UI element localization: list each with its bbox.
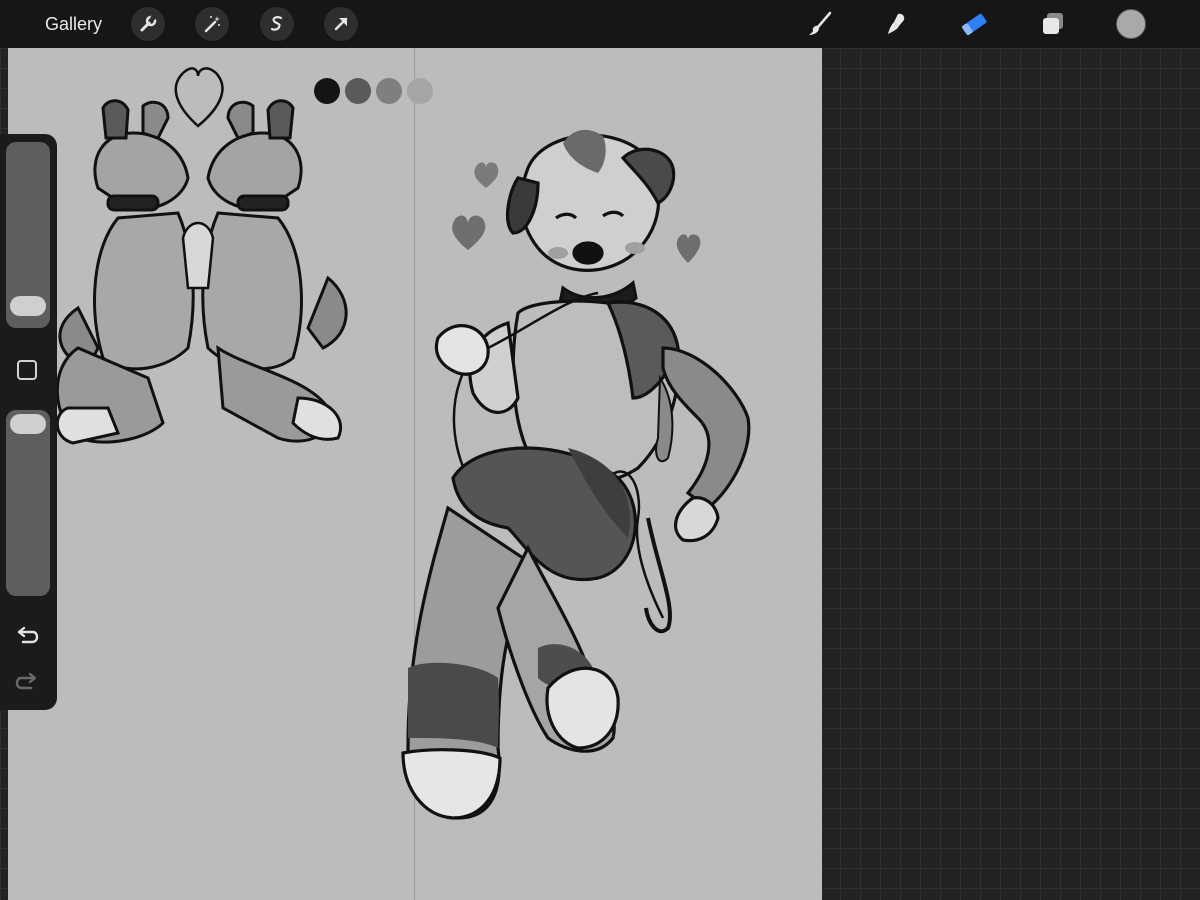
transform-button[interactable]: [324, 7, 358, 41]
twin-dog-right: [201, 99, 348, 443]
main-dog: [401, 129, 751, 820]
opacity-thumb[interactable]: [10, 414, 46, 434]
smudge-tool-button[interactable]: [880, 8, 912, 40]
move-arrow-icon: [334, 17, 348, 31]
color-picker-button[interactable]: [1116, 9, 1146, 39]
undo-button[interactable]: [13, 622, 41, 650]
opacity-slider[interactable]: [6, 410, 50, 596]
brush-size-slider[interactable]: [6, 142, 50, 328]
selection-s-icon: [270, 16, 283, 31]
magic-wand-icon: [204, 16, 220, 33]
twin-paws: [181, 221, 215, 290]
twin-dog-left: [55, 99, 195, 445]
actions-button[interactable]: [131, 7, 165, 41]
layers-icon: [1043, 13, 1063, 34]
redo-button[interactable]: [13, 668, 41, 696]
undo-icon: [17, 626, 39, 644]
gallery-button[interactable]: Gallery: [45, 12, 102, 36]
layers-button[interactable]: [1037, 8, 1069, 40]
drawing-canvas[interactable]: [8, 48, 822, 900]
redo-icon: [15, 672, 37, 690]
smudge-icon: [888, 13, 905, 34]
artwork: [55, 67, 751, 820]
left-sidebar: [0, 134, 57, 710]
selection-button[interactable]: [260, 7, 294, 41]
brush-size-thumb[interactable]: [10, 296, 46, 317]
modify-square-icon[interactable]: [17, 360, 37, 380]
wrench-icon: [140, 14, 158, 32]
top-toolbar: Gallery: [0, 0, 1200, 48]
procreate-app: Gallery: [0, 0, 1200, 900]
brush-icon: [809, 11, 832, 35]
heart-doodle: [174, 67, 224, 128]
eraser-icon: [962, 13, 987, 36]
brush-tool-button[interactable]: [804, 8, 836, 40]
adjustments-button[interactable]: [195, 7, 229, 41]
eraser-tool-button[interactable]: [958, 8, 990, 40]
